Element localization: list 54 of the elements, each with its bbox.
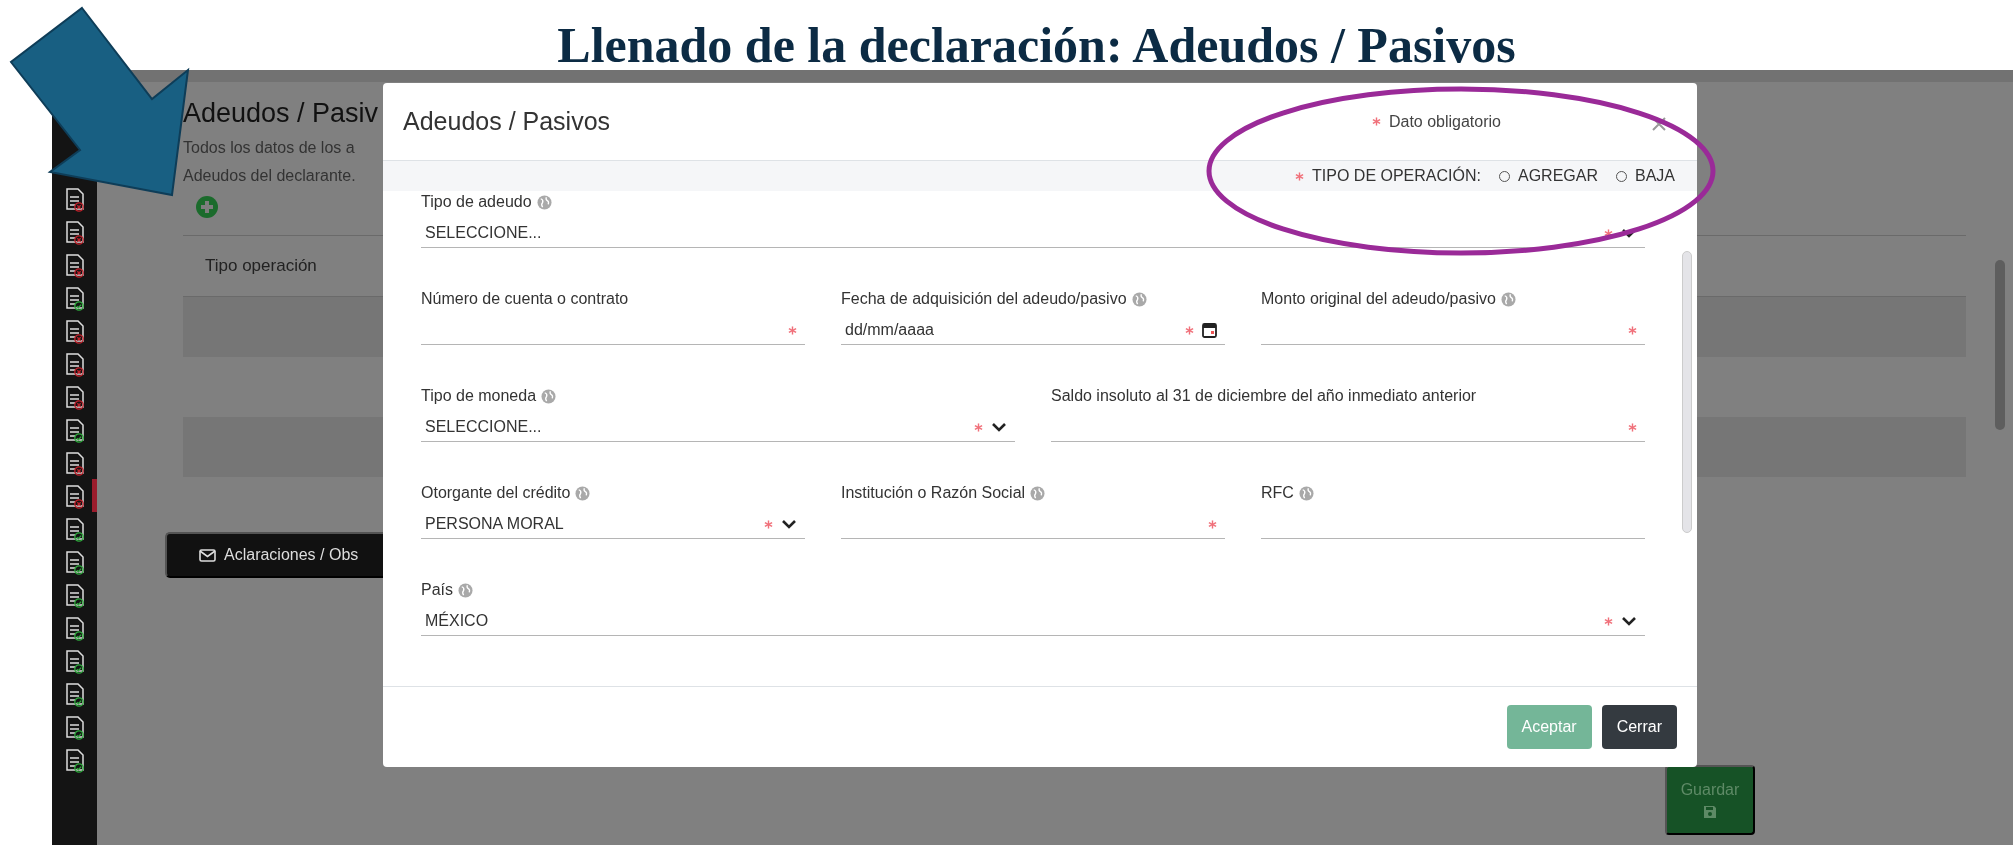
document-icon (64, 385, 85, 408)
select-field[interactable]: MÉXICO (421, 607, 1645, 636)
radio-option[interactable]: AGREGAR (1498, 167, 1598, 185)
column-header: Tipo operación (205, 256, 317, 276)
document-icon (64, 253, 85, 276)
chevron-down-icon (781, 519, 797, 529)
field-label: Fecha de adquisición del adeudo/pasivo (841, 290, 1127, 308)
field-label: Saldo insoluto al 31 de diciembre del año inmediato anterior (1051, 387, 1477, 405)
document-icon (64, 319, 85, 342)
radio-option[interactable]: BAJA (1616, 167, 1675, 185)
field-label: Tipo de adeudo (421, 193, 532, 211)
document-icon (64, 451, 85, 474)
field-label: Tipo de moneda (421, 387, 537, 405)
slide-title: Llenado de la declaración: Adeudos / Pasivos (556, 20, 1516, 70)
document-icon (64, 550, 85, 573)
document-icon (64, 616, 85, 639)
modal-title: Adeudos / Pasivos (403, 107, 612, 136)
select-field[interactable]: PERSONA MORAL (421, 510, 805, 539)
field-label: País (421, 581, 453, 599)
scrollbar[interactable] (1682, 251, 1692, 533)
field-label: Número de cuenta o contrato (421, 290, 629, 308)
close-dialog-button[interactable]: Cerrar (1601, 705, 1677, 749)
document-icon (64, 187, 85, 210)
document-icon (64, 220, 85, 243)
document-icon (64, 748, 85, 771)
page-description: Adeudos del declarante. (183, 167, 356, 185)
document-icon (64, 484, 85, 507)
document-icon (64, 352, 85, 375)
select-field[interactable]: SELECCIONE... (421, 413, 1015, 442)
scrollbar[interactable] (1995, 260, 2005, 430)
close-icon (1651, 115, 1667, 132)
field-label: Monto original del adeudo/pasivo (1261, 290, 1496, 308)
chevron-down-icon (991, 422, 1007, 432)
page-description: Todos los datos de los a (183, 139, 355, 157)
select-field[interactable]: SELECCIONE... (421, 219, 1645, 248)
document-icon (64, 682, 85, 705)
required-icon (1371, 117, 1381, 126)
page-heading: Adeudos / Pasiv (183, 98, 379, 129)
chevron-down-icon (1621, 616, 1637, 626)
envelope-icon (199, 548, 216, 562)
document-icon (64, 583, 85, 606)
document-icon (64, 286, 85, 309)
required-icon (1295, 171, 1305, 181)
operation-label: TIPO DE OPERACIÓN: (1312, 167, 1481, 185)
field-label: RFC (1261, 484, 1294, 502)
date-field[interactable]: dd/mm/aaaa (841, 316, 1225, 345)
calendar-icon (1202, 322, 1217, 338)
document-icon (64, 517, 85, 540)
document-icon (64, 418, 85, 441)
field-label: Institución o Razón Social (841, 484, 1026, 502)
document-icon (64, 715, 85, 738)
document-icon (64, 649, 85, 672)
required-note: Dato obligatorio (1388, 112, 1501, 131)
field-label: Otorgante del crédito (421, 484, 571, 502)
